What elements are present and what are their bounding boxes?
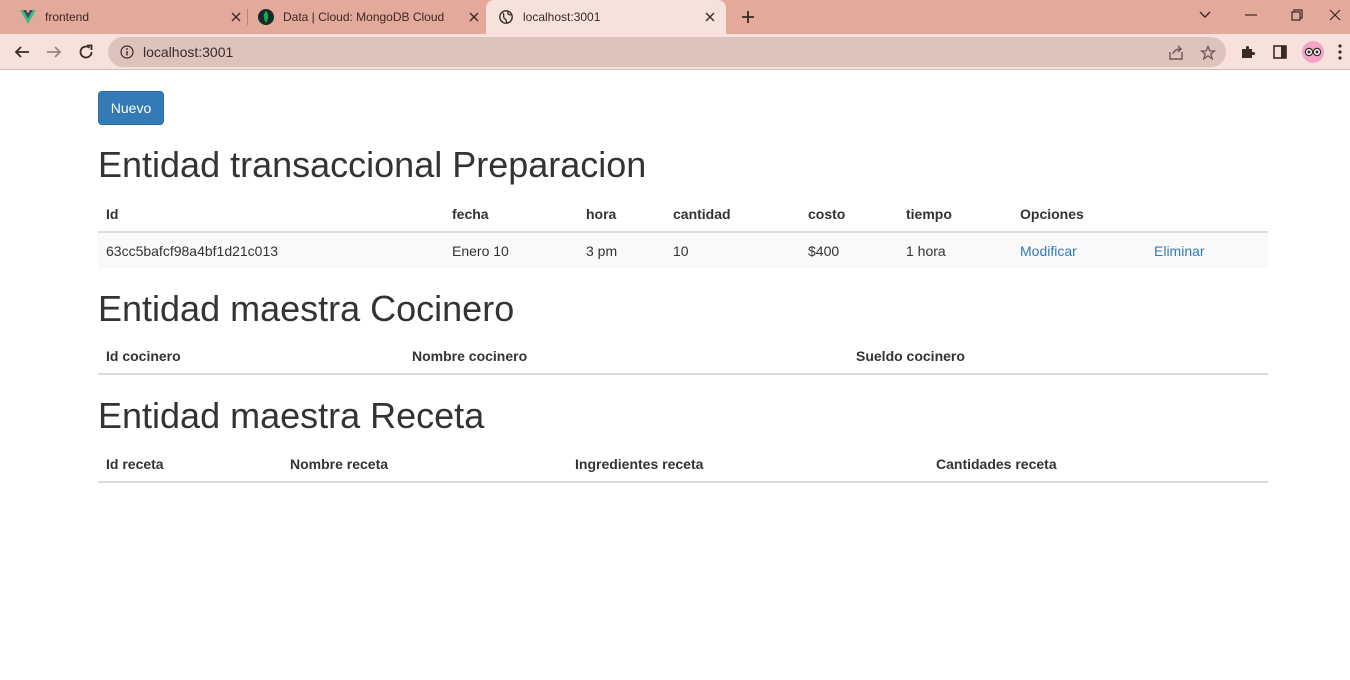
cocinero-table: Id cocinero Nombre cocinero Sueldo cocin… <box>98 338 1268 375</box>
tab-separator <box>247 9 248 25</box>
receta-table: Id receta Nombre receta Ingredientes rec… <box>98 446 1268 483</box>
info-icon[interactable] <box>119 44 135 60</box>
browser-toolbar: localhost:3001 <box>0 34 1350 70</box>
cell-cantidad: 10 <box>665 231 800 268</box>
table-row: 63cc5bafcf98a4bf1d21c013 Enero 10 3 pm 1… <box>98 231 1268 268</box>
column-header: hora <box>578 196 665 233</box>
tab-mongodb[interactable]: Data | Cloud: MongoDB Cloud <box>250 0 482 34</box>
profile-avatar[interactable] <box>1302 41 1324 63</box>
column-header-blank <box>1146 196 1268 233</box>
extensions-puzzle-icon[interactable] <box>1238 42 1258 62</box>
close-icon[interactable] <box>466 9 482 25</box>
close-icon[interactable] <box>228 9 244 25</box>
column-header: Cantidades receta <box>928 446 1268 483</box>
column-header: tiempo <box>898 196 1012 233</box>
close-icon[interactable] <box>702 9 718 25</box>
column-header: Id cocinero <box>98 338 404 375</box>
cell-eliminar: Eliminar <box>1146 231 1268 268</box>
column-header: Sueldo cocinero <box>848 338 1268 375</box>
restore-icon[interactable] <box>1274 0 1320 30</box>
page-content: Nuevo Entidad transaccional Preparacion … <box>0 71 1350 680</box>
table-header-row: Id cocinero Nombre cocinero Sueldo cocin… <box>98 338 1268 375</box>
tab-localhost[interactable]: localhost:3001 <box>486 0 726 34</box>
cell-modificar: Modificar <box>1012 231 1146 268</box>
table-header-row: Id fecha hora cantidad costo tiempo Opci… <box>98 196 1268 233</box>
vue-icon <box>20 9 36 25</box>
forward-icon[interactable] <box>42 40 66 64</box>
cell-hora: 3 pm <box>578 231 665 268</box>
address-url[interactable]: localhost:3001 <box>143 44 233 60</box>
tab-label: frontend <box>45 10 90 24</box>
tab-frontend[interactable]: frontend <box>12 0 244 34</box>
tab-search-icon[interactable] <box>1182 0 1228 30</box>
back-icon[interactable] <box>10 40 34 64</box>
share-icon[interactable] <box>1167 44 1185 62</box>
cell-fecha: Enero 10 <box>444 231 578 268</box>
column-header: Opciones <box>1012 196 1146 233</box>
address-bar[interactable]: localhost:3001 <box>108 37 1226 67</box>
new-tab-button[interactable] <box>738 7 758 27</box>
table-header-row: Id receta Nombre receta Ingredientes rec… <box>98 446 1268 483</box>
browser-tabstrip: frontend Data | Cloud: MongoDB Cloud loc… <box>0 0 1350 34</box>
column-header: Nombre receta <box>282 446 567 483</box>
preparacion-table: Id fecha hora cantidad costo tiempo Opci… <box>98 196 1268 268</box>
modificar-link[interactable]: Modificar <box>1020 243 1077 259</box>
cocinero-title: Entidad maestra Cocinero <box>98 288 515 329</box>
column-header: fecha <box>444 196 578 233</box>
column-header: cantidad <box>665 196 800 233</box>
cell-id: 63cc5bafcf98a4bf1d21c013 <box>98 231 444 268</box>
new-button[interactable]: Nuevo <box>98 91 164 125</box>
eliminar-link[interactable]: Eliminar <box>1154 243 1205 259</box>
reload-icon[interactable] <box>74 40 98 64</box>
mongodb-leaf-icon <box>258 9 274 25</box>
globe-icon <box>498 9 514 25</box>
tab-label: localhost:3001 <box>523 10 601 24</box>
column-header: Id <box>98 196 444 233</box>
column-header: Id receta <box>98 446 282 483</box>
window-close-icon[interactable] <box>1320 0 1350 30</box>
tab-label: Data | Cloud: MongoDB Cloud <box>283 10 445 24</box>
cell-tiempo: 1 hora <box>898 231 1012 268</box>
column-header: Ingredientes receta <box>567 446 928 483</box>
column-header: costo <box>800 196 898 233</box>
preparacion-title: Entidad transaccional Preparacion <box>98 144 647 185</box>
column-header: Nombre cocinero <box>404 338 848 375</box>
receta-title: Entidad maestra Receta <box>98 395 485 436</box>
menu-kebab-icon[interactable] <box>1334 42 1346 62</box>
side-panel-icon[interactable] <box>1270 42 1290 62</box>
minimize-icon[interactable] <box>1228 0 1274 30</box>
bookmark-star-icon[interactable] <box>1199 44 1217 62</box>
cell-costo: $400 <box>800 231 898 268</box>
